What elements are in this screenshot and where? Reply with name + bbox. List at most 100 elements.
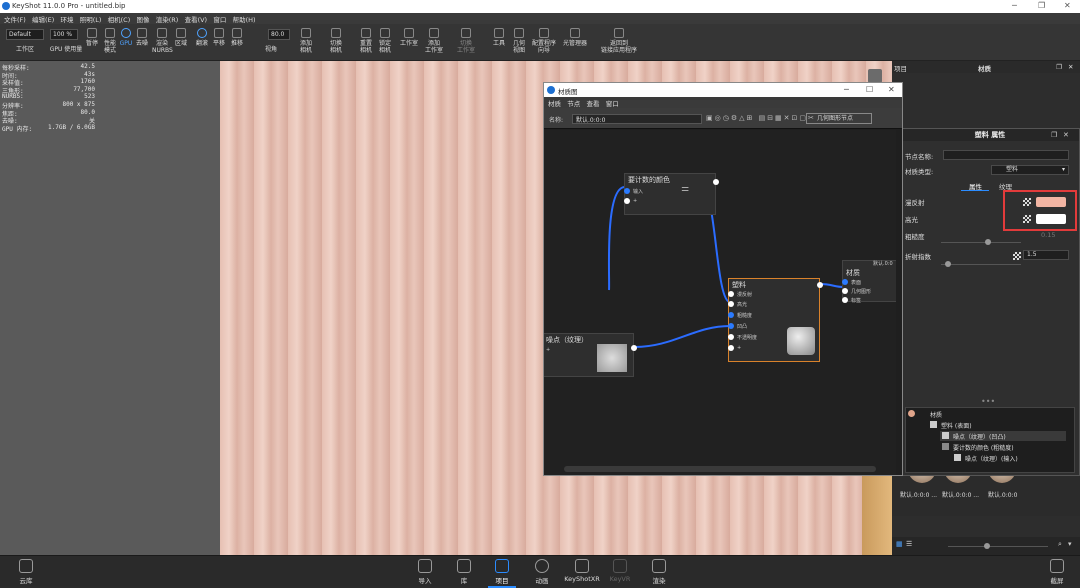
render-button[interactable]: 渲染 — [648, 559, 670, 585]
minimize-icon[interactable]: ─ — [844, 85, 849, 94]
gpu-usage-select[interactable]: 100 % — [50, 29, 78, 40]
float-icon[interactable]: ❐ — [1056, 63, 1062, 71]
menu-window[interactable]: 窗口 — [606, 98, 619, 108]
library-button[interactable]: 库 — [453, 559, 475, 585]
roughness-slider[interactable] — [941, 242, 1021, 243]
tree-item[interactable]: 塑料 (表面) — [941, 421, 972, 430]
gpu-button[interactable]: GPU — [119, 28, 133, 47]
roughness-knob[interactable] — [985, 239, 991, 245]
splitter-handle[interactable]: ••• — [981, 397, 995, 406]
cloud-library-button[interactable]: 云库 — [12, 559, 40, 585]
workspace-preset-select[interactable]: Default — [6, 29, 44, 40]
screenshot-button[interactable]: 截屏 — [1046, 559, 1068, 585]
add-camera-button[interactable]: 添加 相机 — [296, 28, 316, 54]
menu-window[interactable]: 窗口 — [213, 14, 226, 24]
input-pin[interactable] — [728, 312, 734, 318]
menu-image[interactable]: 图像 — [137, 14, 150, 24]
fov-input[interactable]: 80.0 — [268, 29, 290, 40]
tab-project[interactable]: 项目 — [894, 63, 907, 73]
ior-knob[interactable] — [945, 261, 951, 267]
texture-map-icon[interactable] — [1013, 252, 1021, 260]
plastic-node[interactable]: 塑料 漫反射 高光 粗糙度 凹凸 不透明度 + — [728, 278, 823, 362]
node-name-input[interactable] — [943, 150, 1069, 160]
import-button[interactable]: 导入 — [414, 559, 436, 585]
dolly-button[interactable]: 推移 — [229, 28, 245, 47]
maximize-icon[interactable]: ❐ — [1038, 1, 1045, 10]
maximize-icon[interactable]: ☐ — [866, 85, 873, 94]
input-pin[interactable] — [842, 279, 848, 285]
region-button[interactable]: 区域 — [174, 28, 188, 47]
tools-button[interactable]: 工具 — [492, 28, 506, 47]
output-pin[interactable] — [631, 345, 637, 351]
menu-node[interactable]: 节点 — [567, 98, 580, 108]
menu-help[interactable]: 帮助(H) — [233, 14, 256, 24]
float-icon[interactable]: ❐ — [1051, 131, 1057, 139]
slider-knob[interactable] — [984, 543, 990, 549]
input-pin[interactable] — [842, 288, 848, 294]
project-button[interactable]: 项目 — [488, 559, 516, 588]
input-pin[interactable] — [728, 323, 734, 329]
workspace-button[interactable]: 工作区 — [12, 46, 38, 53]
close-icon[interactable]: ✕ — [1064, 1, 1071, 10]
thumb-size-slider[interactable] — [948, 546, 1048, 547]
performance-mode-button[interactable]: 性能 模式 — [102, 28, 118, 54]
pan-button[interactable]: 平移 — [211, 28, 227, 47]
pause-button[interactable]: 暂停 — [84, 28, 100, 47]
menu-file[interactable]: 文件(F) — [4, 14, 26, 24]
tumble-button[interactable]: 翻滚 — [194, 28, 210, 47]
light-manager-button[interactable]: 光管理器 — [560, 28, 590, 47]
menu-lighting[interactable]: 照明(L) — [80, 14, 102, 24]
gpu-usage-button[interactable]: GPU 使用量 — [46, 46, 86, 53]
grid-view-icon[interactable]: ▦ — [896, 540, 903, 548]
geometry-node-button[interactable]: 几何图形节点 — [806, 113, 872, 124]
tab-material[interactable]: 材质 — [978, 63, 991, 73]
material-name-input[interactable]: 默认.0:0:0 — [572, 114, 702, 124]
switch-camera-button[interactable]: 切换 相机 — [326, 28, 346, 54]
keyvr-button[interactable]: KeyVR — [608, 559, 632, 583]
tree-item[interactable]: 材质 — [930, 410, 942, 419]
material-type-select[interactable]: 塑料 ▾ — [991, 165, 1069, 175]
render-nurbs-button[interactable]: 渲染 NURBS — [152, 28, 173, 54]
output-pin[interactable] — [817, 282, 823, 288]
ior-slider[interactable] — [941, 264, 1021, 265]
search-icon[interactable]: ⌕ — [1058, 540, 1062, 549]
graph-scrollbar[interactable] — [564, 466, 876, 472]
node-graph-canvas[interactable]: 要计数的颜色 输入 + ⚌ 噪点（纹理） + 塑料 漫反射 高光 粗糙度 凹凸 … — [544, 130, 896, 475]
menu-view[interactable]: 查看(V) — [185, 14, 208, 24]
lock-camera-button[interactable]: 锁定 相机 — [376, 28, 394, 54]
viewport-icon[interactable] — [868, 69, 882, 83]
input-pin[interactable] — [728, 301, 734, 307]
configurator-wizard-button[interactable]: 配置程序 向导 — [530, 28, 558, 54]
menu-render[interactable]: 渲染(R) — [156, 14, 179, 24]
close-icon[interactable]: ✕ — [1063, 131, 1069, 139]
animation-button[interactable]: 动画 — [530, 559, 554, 585]
material-output-node[interactable]: 默认.0:0 材质 表面 几何图形 标签 — [842, 260, 896, 304]
input-pin[interactable] — [728, 334, 734, 340]
denoise-button[interactable]: 去噪 — [135, 28, 149, 47]
tree-item[interactable]: 噪点（纹理）(凹凸) — [953, 432, 1006, 441]
fov-button[interactable]: 视角 — [258, 46, 284, 53]
geometry-view-button[interactable]: 几何 视图 — [510, 28, 528, 54]
menu-view[interactable]: 查看 — [586, 98, 599, 108]
keyshotxr-button[interactable]: KeyShotXR — [563, 559, 601, 583]
reset-camera-button[interactable]: 重置 相机 — [357, 28, 375, 54]
ior-input[interactable]: 1.5 — [1023, 250, 1069, 260]
input-pin[interactable] — [842, 297, 848, 303]
add-pin[interactable] — [624, 198, 630, 204]
add-studio-button[interactable]: 添加 工作室 — [423, 28, 445, 54]
noise-texture-node[interactable]: 噪点（纹理） + — [544, 333, 637, 377]
input-pin[interactable] — [624, 188, 630, 194]
switch-studio-button[interactable]: 切换 工作室 — [455, 28, 477, 54]
tree-item[interactable]: 噪点（纹理）(输入) — [965, 454, 1018, 463]
input-pin[interactable] — [728, 291, 734, 297]
add-pin[interactable] — [728, 345, 734, 351]
return-to-linked-app-button[interactable]: 返回到 链接应用程序 — [598, 28, 640, 54]
menu-material[interactable]: 材质 — [548, 98, 561, 108]
menu-edit[interactable]: 编辑(E) — [32, 14, 54, 24]
studio-button[interactable]: 工作室 — [398, 28, 420, 47]
filter-icon[interactable]: ▾ — [1068, 540, 1072, 548]
close-icon[interactable]: ✕ — [888, 85, 895, 94]
menu-camera[interactable]: 相机(C) — [108, 14, 131, 24]
close-panel-icon[interactable]: ✕ — [1068, 63, 1073, 71]
output-pin[interactable] — [713, 179, 719, 185]
